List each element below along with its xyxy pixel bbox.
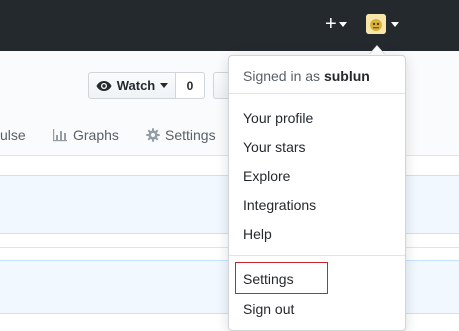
divider [229, 93, 405, 94]
watch-label: Watch [116, 78, 156, 93]
watch-button[interactable]: Watch [88, 72, 176, 99]
chevron-down-icon [338, 21, 347, 27]
tab-graphs[interactable]: Graphs [52, 127, 119, 143]
chevron-down-icon [160, 83, 169, 88]
menu-item-help[interactable]: Help [243, 226, 272, 242]
menu-item-your-stars[interactable]: Your stars [243, 139, 306, 155]
eye-icon [96, 80, 112, 91]
divider [229, 255, 405, 256]
user-dropdown-menu: Signed in as sublun Your profile Your st… [228, 55, 406, 331]
user-menu-toggle[interactable] [366, 14, 399, 34]
gear-icon [146, 128, 160, 142]
menu-item-settings[interactable]: Settings [243, 271, 294, 287]
menu-item-sign-out[interactable]: Sign out [243, 301, 294, 317]
tab-pulse[interactable]: ulse [0, 127, 26, 143]
username: sublun [323, 68, 370, 84]
menu-item-explore[interactable]: Explore [243, 168, 290, 184]
menu-item-integrations[interactable]: Integrations [243, 197, 316, 213]
graph-icon [53, 129, 67, 142]
create-new-menu[interactable]: + [325, 12, 347, 36]
watch-count[interactable]: 0 [175, 72, 205, 99]
plus-icon: + [325, 13, 337, 35]
tab-label: ulse [0, 127, 26, 143]
menu-item-your-profile[interactable]: Your profile [243, 110, 313, 126]
tab-label: Settings [165, 127, 216, 143]
avatar [366, 14, 386, 34]
top-navigation-bar: + [0, 0, 459, 51]
signed-in-label: Signed in as [243, 68, 321, 84]
tab-label: Graphs [73, 127, 119, 143]
chevron-down-icon [391, 21, 399, 27]
dropdown-arrow [369, 46, 385, 55]
tab-settings[interactable]: Settings [146, 127, 216, 143]
signed-in-header: Signed in as sublun [243, 68, 370, 84]
